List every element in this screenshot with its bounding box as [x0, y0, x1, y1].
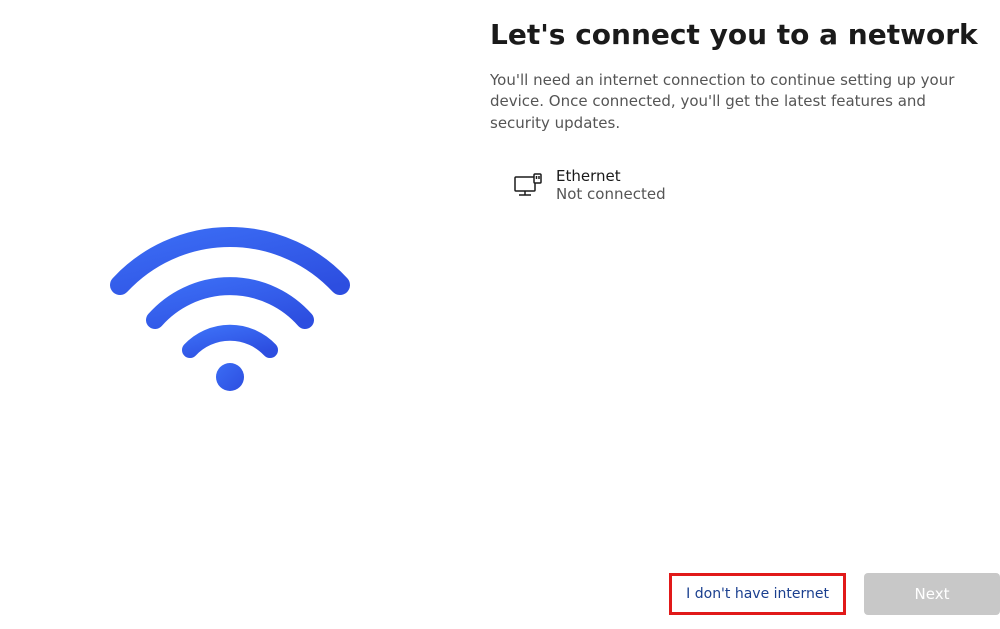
ethernet-icon [514, 173, 542, 197]
illustration-pane [0, 0, 460, 629]
page-title: Let's connect you to a network [490, 18, 980, 52]
network-name: Ethernet [556, 167, 666, 185]
network-status: Not connected [556, 185, 666, 203]
content-pane: Let's connect you to a network You'll ne… [490, 18, 980, 207]
page-subtitle: You'll need an internet connection to co… [490, 70, 960, 135]
wifi-icon [100, 215, 360, 395]
footer-actions: I don't have internet Next [669, 573, 1000, 615]
no-internet-button[interactable]: I don't have internet [669, 573, 846, 615]
next-button[interactable]: Next [864, 573, 1000, 615]
network-item-ethernet[interactable]: Ethernet Not connected [490, 163, 980, 207]
